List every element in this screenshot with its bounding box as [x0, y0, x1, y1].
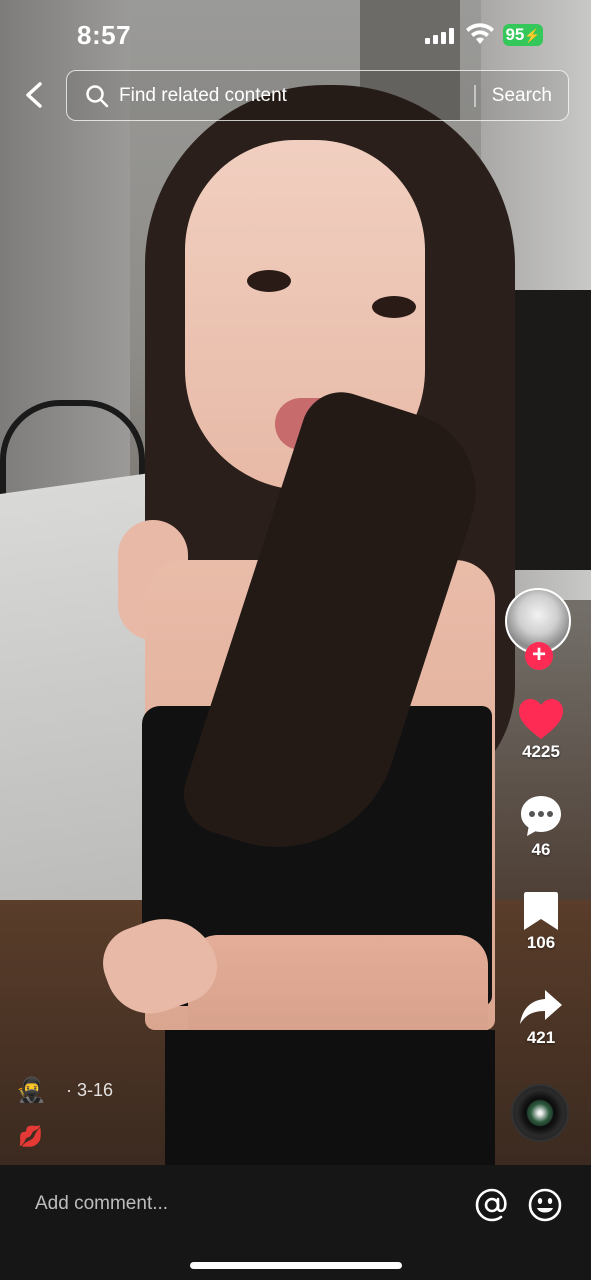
favorite-count: 106 [526, 933, 556, 952]
status-bar: 8:57 95⚡ [0, 0, 591, 70]
like-count: 4225 [522, 742, 560, 761]
comment-count: 46 [531, 840, 551, 859]
cellular-signal-icon [425, 28, 454, 44]
creator-name-emoji[interactable]: 🥷 [16, 1076, 46, 1105]
search-icon [86, 84, 109, 107]
favorite-button[interactable]: 106 [491, 891, 591, 953]
follow-button[interactable]: + [525, 642, 553, 670]
caption-emoji: 💋 [18, 1126, 43, 1148]
wifi-icon [466, 23, 494, 44]
battery-level: 95 [505, 25, 525, 44]
emoji-icon[interactable] [527, 1187, 563, 1223]
back-icon[interactable] [20, 80, 50, 110]
home-indicator[interactable] [190, 1262, 402, 1269]
music-disc[interactable] [511, 1084, 569, 1142]
battery-indicator: 95⚡ [503, 24, 543, 46]
at-icon[interactable] [474, 1187, 510, 1223]
comment-input[interactable]: Add comment... [35, 1193, 168, 1215]
share-button[interactable]: 421 [491, 988, 591, 1048]
creator-avatar-group[interactable]: + [505, 588, 575, 670]
share-icon [520, 990, 562, 1024]
search-button[interactable]: Search [476, 85, 568, 107]
comment-button[interactable]: 46 [491, 794, 591, 860]
like-button[interactable]: 4225 [491, 698, 591, 762]
bookmark-icon [524, 892, 558, 930]
video-background [511, 290, 591, 570]
music-cover [527, 1100, 553, 1126]
search-bar[interactable]: Find related content Search [66, 70, 569, 121]
comment-bar: Add comment... [0, 1165, 591, 1245]
video-subject [247, 270, 291, 292]
comment-icon [521, 796, 561, 836]
status-time: 8:57 [77, 20, 132, 50]
post-date: · 3-16 [66, 1080, 114, 1100]
heart-icon [519, 699, 563, 739]
share-count: 421 [526, 1028, 556, 1047]
video-subject [372, 296, 416, 318]
search-input[interactable]: Find related content [119, 85, 474, 107]
video-subject [165, 1030, 495, 1165]
